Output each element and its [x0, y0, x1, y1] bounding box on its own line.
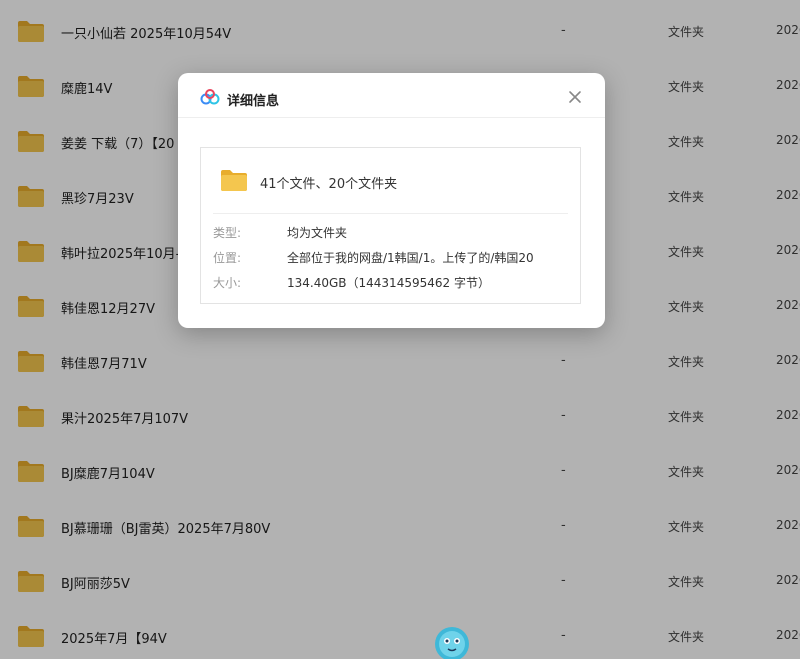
details-panel: 41个文件、20个文件夹 类型: 均为文件夹 位置: 全部位于我的网盘/1韩国/…: [200, 147, 581, 304]
dialog-divider: [178, 117, 605, 118]
baidu-netdisk-logo-icon: [200, 89, 220, 105]
panel-divider: [213, 213, 568, 214]
location-label: 位置:: [213, 251, 242, 265]
type-value: 均为文件夹: [287, 226, 348, 240]
selection-summary: 41个文件、20个文件夹: [260, 177, 398, 192]
folder-icon: [221, 170, 247, 191]
mascot-icon[interactable]: [430, 622, 474, 659]
details-dialog: 详细信息 41个文件、20个文件夹 类型: 均为文件夹 位置: 全部位于我的网盘…: [178, 73, 605, 328]
size-value: 134.40GB（144314595462 字节）: [287, 276, 490, 290]
close-icon[interactable]: [566, 88, 584, 106]
dialog-title: 详细信息: [227, 94, 280, 109]
size-label: 大小:: [213, 276, 242, 290]
location-value: 全部位于我的网盘/1韩国/1。上传了的/韩国20: [287, 251, 534, 265]
type-label: 类型:: [213, 226, 242, 240]
